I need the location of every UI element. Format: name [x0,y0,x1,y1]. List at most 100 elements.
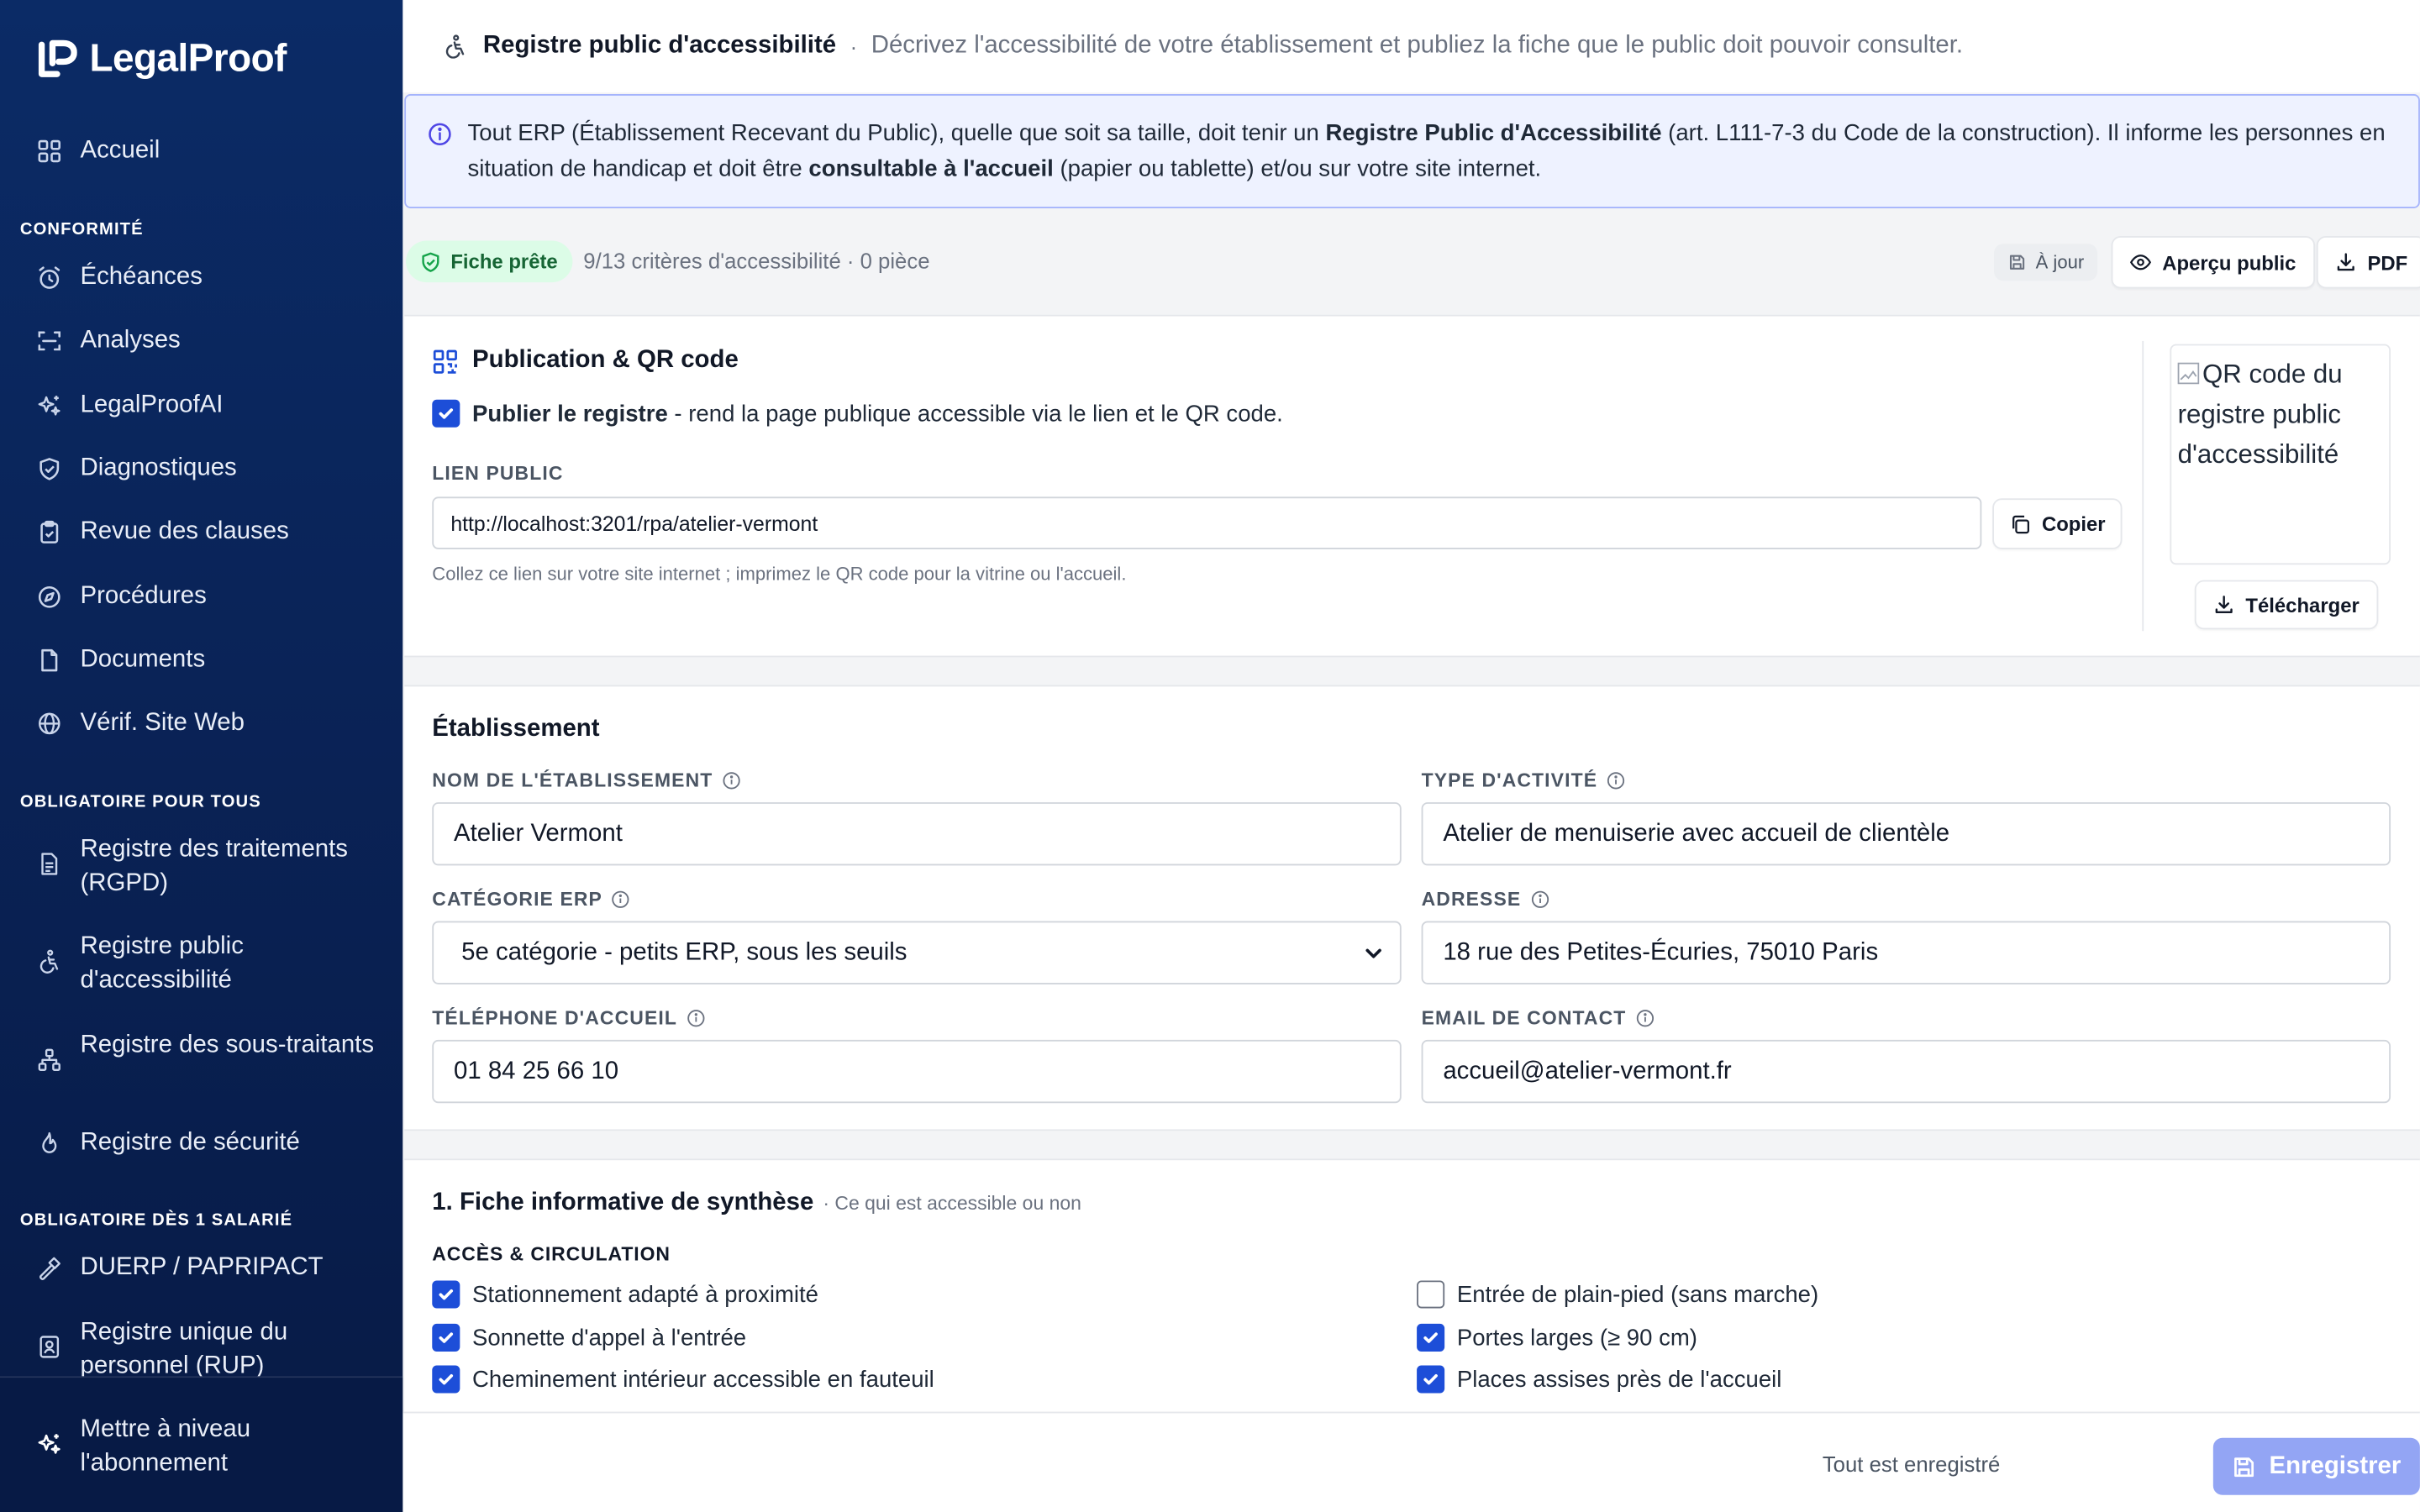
publish-label: Publier le registre - rend la page publi… [472,401,1283,427]
sidebar-footer: Mettre à niveau l'abonnement [0,1376,403,1512]
erp-category-select[interactable]: 5e catégorie - petits ERP, sous les seui… [432,921,1402,984]
copy-label: Copier [2041,512,2106,536]
page-subtitle: Décrivez l'accessibilité de votre établi… [871,32,1964,59]
publish-checkbox-row[interactable]: Publier le registre - rend la page publi… [432,399,1283,428]
sidebar-item-revue-clauses[interactable]: Revue des clauses [37,515,376,548]
phone-input[interactable]: 01 84 25 66 10 [432,1039,1402,1104]
sidebar-item-procedures[interactable]: Procédures [37,580,376,613]
info-icon[interactable] [1607,771,1625,790]
sidebar-item-legalproofai[interactable]: LegalProofAI [37,389,376,422]
globe-icon [37,711,61,735]
section-label-conformite: CONFORMITÉ [19,220,144,239]
info-icon[interactable] [1635,1009,1654,1027]
sidebar-item-registre-accessibilite[interactable]: Registre public d'accessibilité [37,931,376,997]
field-label-text: ADRESSE [1421,888,1522,911]
pdf-button[interactable]: PDF [2316,236,2420,289]
copy-link-button[interactable]: Copier [1992,498,2123,549]
criterion-checkbox[interactable] [1417,1365,1445,1394]
save-icon [2234,1457,2254,1477]
logo[interactable]: LegalProof [37,34,287,83]
sidebar-item-registre-traitements[interactable]: Registre des traitements (RGPD) [37,833,376,900]
publication-card: Publication & QR code Publier le registr… [404,314,2420,658]
field-label-text: CATÉGORIE ERP [432,888,602,911]
sidebar-item-label: Accueil [80,137,160,164]
qr-code-alt-text: QR code du registre public d'accessibili… [2177,359,2343,470]
info-icon[interactable] [1530,890,1549,909]
sidebar-item-label: Revue des clauses [80,518,289,545]
sidebar-item-label: Procédures [80,583,207,610]
info-icon[interactable] [612,890,630,909]
upgrade-subscription-button[interactable]: Mettre à niveau l'abonnement [37,1413,376,1479]
sidebar-item-label: Échéances [80,264,203,291]
section-label-obligatoire-tous: OBLIGATOIRE POUR TOUS [19,793,261,812]
sidebar-item-rup[interactable]: Registre unique du personnel (RUP) [37,1316,376,1383]
address-input[interactable]: 18 rue des Petites-Écuries, 75010 Paris [1421,921,2391,984]
app-name: LegalProof [89,36,287,80]
criteria-count: 9/13 critères d'accessibilité · 0 pièce [583,248,930,274]
sparkles-icon [37,1431,61,1456]
download-qr-button[interactable]: Télécharger [2194,580,2378,630]
criterion-row[interactable]: Cheminement intérieur accessible en faut… [432,1365,934,1394]
alarm-clock-icon [37,265,61,289]
email-input[interactable]: accueil@atelier-vermont.fr [1421,1039,2391,1104]
shield-check-icon [422,251,439,271]
criterion-row[interactable]: Places assises près de l'accueil [1417,1365,1781,1394]
criterion-row[interactable]: Stationnement adapté à proximité [432,1280,818,1309]
etablissement-name-input[interactable]: Atelier Vermont [432,802,1402,866]
flame-icon [37,1130,61,1154]
save-button[interactable]: Enregistrer [2212,1437,2420,1495]
pdf-label: PDF [2367,250,2408,275]
sidebar-item-label: Documents [80,646,206,673]
sidebar-item-analyses[interactable]: Analyses [37,324,376,357]
id-badge-icon [37,1335,61,1359]
info-icon[interactable] [687,1009,705,1027]
accessibility-icon [445,34,465,59]
banner-bold-registre: Registre Public d'Accessibilité [1325,120,1662,147]
sidebar: LegalProof Accueil CONFORMITÉ Échéances … [0,0,403,1512]
public-preview-button[interactable]: Aperçu public [2111,236,2315,289]
activity-type-input[interactable]: Atelier de menuiserie avec accueil de cl… [1421,802,2391,866]
status-bar: Fiche prête 9/13 critères d'accessibilit… [402,232,2420,293]
info-banner: Tout ERP (Établissement Recevant du Publ… [404,94,2420,208]
download-qr-label: Télécharger [2245,593,2360,617]
scan-icon [37,328,61,352]
copy-icon [2012,514,2030,533]
public-link-hint: Collez ce lien sur votre site internet ;… [432,563,1127,585]
criterion-row[interactable]: Entrée de plain-pied (sans marche) [1417,1280,1818,1309]
field-label-email: EMAIL DE CONTACT [1422,1007,1655,1029]
public-link-input[interactable]: http://localhost:3201/rpa/atelier-vermon… [432,496,1982,549]
sparkles-icon [37,392,61,417]
sidebar-item-registre-sous-traitants[interactable]: Registre des sous-traitants [37,1029,376,1072]
criterion-checkbox[interactable] [432,1280,460,1309]
sidebar-item-diagnostiques[interactable]: Diagnostiques [37,452,376,485]
publish-checkbox[interactable] [432,399,460,428]
sidebar-item-accueil[interactable]: Accueil [37,134,376,167]
sidebar-item-duerp[interactable]: DUERP / PAPRIPACT [37,1252,376,1284]
publication-title: Publication & QR code [432,347,739,375]
criterion-checkbox[interactable] [432,1323,460,1352]
publication-title-text: Publication & QR code [472,347,739,374]
sync-badge: À jour [1994,244,2098,281]
info-icon[interactable] [722,771,740,790]
field-label-activity: TYPE D'ACTIVITÉ [1422,770,1626,791]
sidebar-item-verif-site-web[interactable]: Vérif. Site Web [37,706,376,739]
status-badge: Fiche prête [406,240,574,283]
sidebar-item-label: LegalProofAI [80,391,224,418]
field-label-text: EMAIL DE CONTACT [1421,1007,1627,1030]
criterion-checkbox[interactable] [1417,1280,1445,1309]
sidebar-item-echeances[interactable]: Échéances [37,260,376,293]
sidebar-item-label: Registre de sécurité [80,1129,300,1156]
criterion-checkbox[interactable] [1417,1323,1445,1352]
file-icon [37,647,61,671]
criterion-label: Cheminement intérieur accessible en faut… [472,1366,934,1393]
accessibility-icon [37,949,61,974]
criterion-checkbox[interactable] [432,1365,460,1394]
field-label-category: CATÉGORIE ERP [432,889,630,911]
qr-code-icon [433,349,457,373]
criterion-row[interactable]: Sonnette d'appel à l'entrée [432,1323,746,1352]
sidebar-item-documents[interactable]: Documents [37,643,376,676]
sidebar-item-label: Diagnostiques [80,454,237,482]
main-content: Registre public d'accessibilité · Décriv… [402,0,2420,1512]
sidebar-item-registre-securite[interactable]: Registre de sécurité [37,1126,376,1159]
criterion-row[interactable]: Portes larges (≥ 90 cm) [1417,1323,1697,1352]
